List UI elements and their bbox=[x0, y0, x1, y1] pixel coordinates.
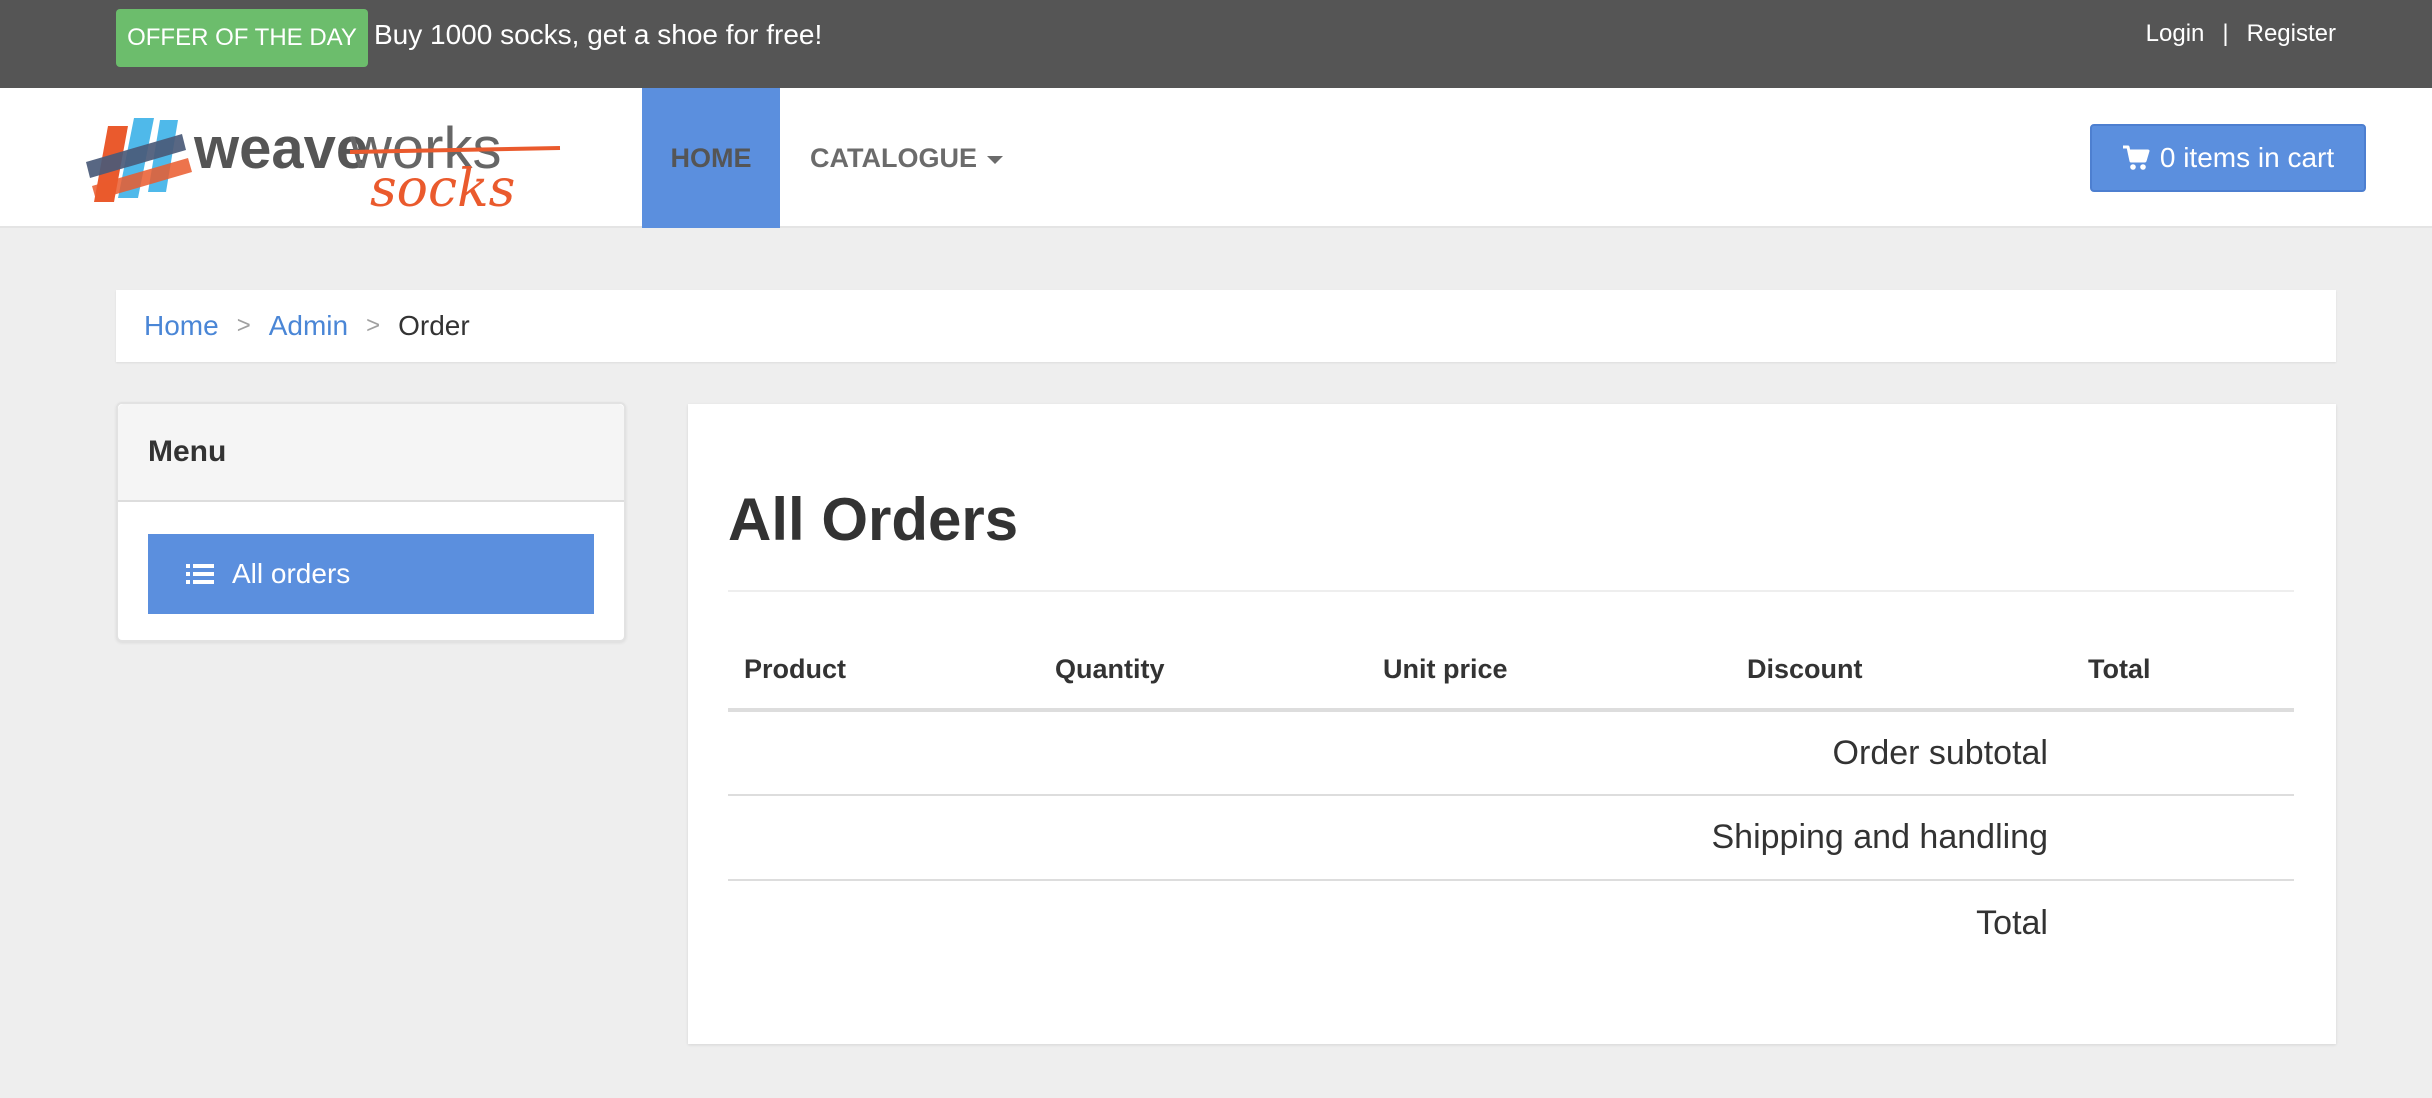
order-total-label: Total bbox=[1976, 903, 2048, 942]
order-subtotal-value bbox=[2072, 710, 2294, 796]
list-icon bbox=[186, 564, 214, 584]
main-navbar: weave works socks HOME CATALOGUE 0 items… bbox=[0, 88, 2432, 228]
column-header-discount: Discount bbox=[1731, 630, 2072, 712]
shopping-cart-icon bbox=[2122, 145, 2150, 170]
auth-links: Login | Register bbox=[2146, 16, 2336, 52]
cart-button-label: 0 items in cart bbox=[2159, 142, 2335, 173]
nav-catalogue-label: CATALOGUE bbox=[810, 143, 977, 173]
column-header-product: Product bbox=[728, 630, 1039, 712]
column-header-unit-price: Unit price bbox=[1367, 630, 1731, 712]
title-divider bbox=[728, 590, 2294, 592]
order-subtotal-label: Order subtotal bbox=[728, 710, 2072, 796]
order-total-value bbox=[2072, 880, 2294, 965]
register-link[interactable]: Register bbox=[2247, 16, 2336, 52]
breadcrumb-separator: > bbox=[366, 312, 381, 339]
table-row: Shipping and handling bbox=[728, 795, 2294, 881]
breadcrumb: Home > Admin > Order bbox=[116, 290, 2336, 362]
cart-button[interactable]: 0 items in cart bbox=[2090, 124, 2366, 192]
sidebar-menu-title: Menu bbox=[118, 404, 624, 502]
auth-separator: | bbox=[2222, 20, 2229, 47]
login-link[interactable]: Login bbox=[2146, 16, 2205, 52]
chevron-down-icon bbox=[986, 156, 1003, 164]
sidebar-menu-panel: Menu All orders bbox=[116, 402, 626, 642]
sidebar-item-label: All orders bbox=[232, 558, 351, 589]
orders-table: Product Quantity Unit price Discount Tot… bbox=[728, 630, 2294, 965]
top-promo-bar: OFFER OF THE DAY Buy 1000 socks, get a s… bbox=[0, 0, 2432, 88]
offer-text: Buy 1000 socks, get a shoe for free! bbox=[374, 19, 823, 50]
table-row: Order subtotal bbox=[728, 710, 2294, 796]
shipping-handling-value bbox=[2072, 795, 2294, 881]
logo-weave-text: weave bbox=[193, 116, 368, 181]
breadcrumb-separator: > bbox=[236, 312, 251, 339]
shipping-handling-label: Shipping and handling bbox=[728, 795, 2072, 881]
nav-catalogue-dropdown[interactable]: CATALOGUE bbox=[810, 88, 1003, 228]
table-header-row: Product Quantity Unit price Discount Tot… bbox=[728, 630, 2294, 712]
breadcrumb-admin[interactable]: Admin bbox=[269, 310, 348, 342]
sidebar-item-all-orders[interactable]: All orders bbox=[148, 534, 594, 614]
page-title: All Orders bbox=[728, 486, 1019, 553]
logo-mark-icon bbox=[86, 118, 192, 202]
column-header-total: Total bbox=[2072, 630, 2294, 712]
table-row: Total bbox=[728, 880, 2294, 965]
column-header-quantity: Quantity bbox=[1039, 630, 1367, 712]
logo-socks-text: socks bbox=[370, 159, 515, 210]
breadcrumb-home[interactable]: Home bbox=[144, 310, 219, 342]
orders-panel: All Orders Product Quantity Unit price D… bbox=[688, 404, 2336, 1044]
nav-home-tab[interactable]: HOME bbox=[642, 88, 780, 228]
breadcrumb-current: Order bbox=[398, 310, 470, 341]
weaveworks-socks-logo[interactable]: weave works socks bbox=[84, 106, 564, 210]
offer-of-the-day-badge[interactable]: OFFER OF THE DAY bbox=[116, 9, 368, 67]
